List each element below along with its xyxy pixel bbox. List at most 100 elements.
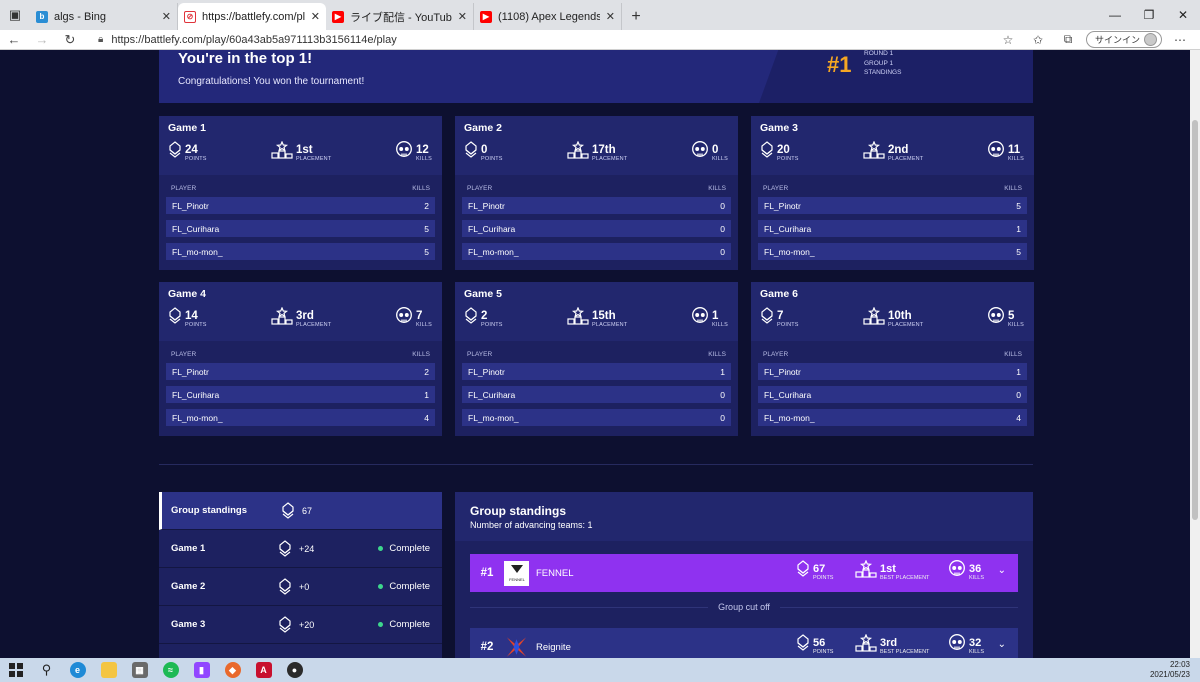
status-dot-icon — [378, 622, 384, 627]
twitch-icon[interactable]: ▮ — [186, 658, 217, 682]
lock-icon: 🔒︎ — [98, 34, 104, 45]
list-item-label: Game 1 — [171, 543, 206, 554]
tab-title: algs - Bing — [54, 10, 106, 23]
chevron-down-icon[interactable]: ⌄ — [998, 639, 1006, 650]
player-column-header: PLAYER — [467, 351, 493, 358]
clock-time: 22:03 — [1169, 660, 1190, 669]
game-list-item[interactable]: Game 2 +0 Complete — [159, 568, 442, 606]
stat-points-label: POINTS — [185, 155, 207, 162]
stat-placement-label: PLACEMENT — [888, 155, 924, 162]
placement-icon — [855, 559, 877, 583]
player-row: FL_Pinotr 1 — [758, 363, 1027, 380]
status-dot-icon — [378, 584, 384, 589]
minimize-icon[interactable]: — — [1098, 0, 1132, 30]
obs-icon[interactable]: ● — [279, 658, 310, 682]
player-kills: 1 — [1016, 223, 1021, 234]
app-icon[interactable]: ◆ — [217, 658, 248, 682]
system-clock[interactable]: 22:03 2021/05/23 — [1150, 660, 1190, 680]
start-button[interactable] — [0, 658, 31, 682]
scrollbar-thumb[interactable] — [1192, 120, 1198, 520]
game-card-header: Game 4 14 POINTS 3rd PLACEMENT 7 KILLS — [159, 282, 442, 341]
signin-button[interactable]: サインイン — [1085, 31, 1162, 48]
team-row[interactable]: #1 FENNEL FENNEL 67 POINTS 1st BEST PLACEM… — [470, 554, 1018, 592]
page-scrollbar[interactable] — [1190, 50, 1200, 658]
close-tab-icon[interactable]: ✕ — [458, 10, 467, 23]
player-row: FL_Curihara 1 — [758, 220, 1027, 237]
file-explorer-icon[interactable] — [93, 658, 124, 682]
close-tab-icon[interactable]: ✕ — [311, 10, 320, 23]
battlefy-page: You're in the top 1! Congratulations! Yo… — [0, 50, 1190, 658]
kills-icon — [395, 307, 413, 330]
search-icon[interactable]: ⚲ — [31, 658, 62, 682]
close-tab-icon[interactable]: ✕ — [606, 10, 615, 23]
game-card: Game 2 0 POINTS 17th PLACEMENT 0 KILLS P… — [455, 116, 738, 270]
player-kills: 4 — [424, 412, 429, 423]
chevron-down-icon[interactable]: ⌄ — [998, 565, 1006, 576]
banner-round: ROUND 1 — [864, 50, 894, 57]
close-tab-icon[interactable]: ✕ — [162, 10, 171, 23]
group-standings-item[interactable]: Group standings 67 — [159, 492, 442, 530]
player-name: FL_mo-mon_ — [468, 412, 519, 423]
forward-button[interactable]: → — [28, 30, 56, 50]
back-button[interactable]: ← — [0, 30, 28, 50]
stat-kills-label: KILLS — [712, 155, 728, 162]
points-icon — [278, 578, 292, 599]
player-table-header: PLAYER KILLS — [171, 351, 430, 358]
adobe-icon[interactable]: A — [248, 658, 279, 682]
player-kills: 1 — [1016, 366, 1021, 377]
browser-tab-youtube-studio[interactable]: ▶ ライブ配信 - YouTube Studio ✕ — [326, 3, 474, 30]
kills-icon — [987, 141, 1005, 164]
restore-icon[interactable]: ❐ — [1132, 0, 1166, 30]
edge-icon[interactable]: e — [62, 658, 93, 682]
signin-label: サインイン — [1094, 35, 1140, 45]
player-name: FL_Curihara — [468, 389, 516, 400]
placement-icon — [863, 306, 885, 330]
game-list-item[interactable]: Game 3 +20 Complete — [159, 606, 442, 644]
game-list-item[interactable]: Game 1 +24 Complete — [159, 530, 442, 568]
stat-kills: 1 KILLS — [691, 307, 728, 330]
player-row: FL_mo-mon_ 5 — [166, 243, 435, 260]
player-row: FL_Curihara 0 — [462, 386, 731, 403]
browser-tab-bing[interactable]: b algs - Bing ✕ — [30, 3, 178, 30]
store-icon[interactable]: ▦ — [124, 658, 155, 682]
more-menu-icon[interactable]: ⋯ — [1168, 33, 1192, 47]
stat-points-label: POINTS — [481, 321, 503, 328]
browser-tab-youtube-algs[interactable]: ▶ (1108) Apex Legends Global Series ✕ — [474, 3, 622, 30]
new-tab-button[interactable]: + — [622, 3, 650, 30]
team-best-placement-value: 1st — [880, 562, 896, 575]
team-kills-value: 36 — [969, 562, 982, 575]
placement-icon — [855, 633, 877, 657]
youtube-icon: ▶ — [480, 10, 492, 23]
player-table-header: PLAYER KILLS — [467, 351, 726, 358]
close-window-icon[interactable]: ✕ — [1166, 0, 1200, 30]
cutoff-label: Group cut off — [718, 602, 770, 612]
points-icon — [464, 141, 478, 164]
stat-kills: 7 KILLS — [395, 307, 432, 330]
address-bar: ← → ↻ 🔒︎ https://battlefy.com/play/60a43… — [0, 30, 1200, 50]
group-standings-list: Group standings 67 Game 1 +24 Complete Ga… — [159, 492, 442, 658]
kills-column-header: KILLS — [412, 351, 430, 358]
team-row[interactable]: #2 Reignite 56 POINTS 3rd BEST PLACEMENT 3… — [470, 628, 1018, 658]
list-item-points: +20 — [299, 619, 315, 630]
tab-actions-icon[interactable]: ▣ — [0, 0, 30, 30]
favorite-star-icon[interactable]: ☆ — [996, 33, 1020, 47]
refresh-button[interactable]: ↻ — [56, 30, 84, 50]
browser-tab-battlefy[interactable]: ⊘ https://battlefy.com/play/60a43ab5a971… — [178, 3, 326, 30]
game-card-header: Game 2 0 POINTS 17th PLACEMENT 0 KILLS — [455, 116, 738, 175]
stat-placement-label: PLACEMENT — [592, 155, 628, 162]
collections-icon[interactable]: ⧉ — [1056, 32, 1080, 47]
stat-placement-value: 2nd — [888, 143, 909, 156]
stat-kills-value: 7 — [416, 309, 423, 322]
player-kills: 0 — [720, 200, 725, 211]
team-kills: 36 KILLS — [948, 560, 984, 583]
stat-points: 14 POINTS — [168, 307, 207, 330]
player-name: FL_mo-mon_ — [764, 246, 815, 257]
favorites-icon[interactable]: ✩ — [1026, 33, 1050, 47]
player-row: FL_Curihara 0 — [758, 386, 1027, 403]
tab-title: (1108) Apex Legends Global Series — [498, 10, 600, 23]
player-row: FL_Curihara 5 — [166, 220, 435, 237]
team-points-value: 56 — [813, 636, 826, 649]
player-row: FL_mo-mon_ 0 — [462, 243, 731, 260]
url-field[interactable]: 🔒︎ https://battlefy.com/play/60a43ab5a97… — [98, 34, 978, 46]
spotify-icon[interactable]: ≈ — [155, 658, 186, 682]
